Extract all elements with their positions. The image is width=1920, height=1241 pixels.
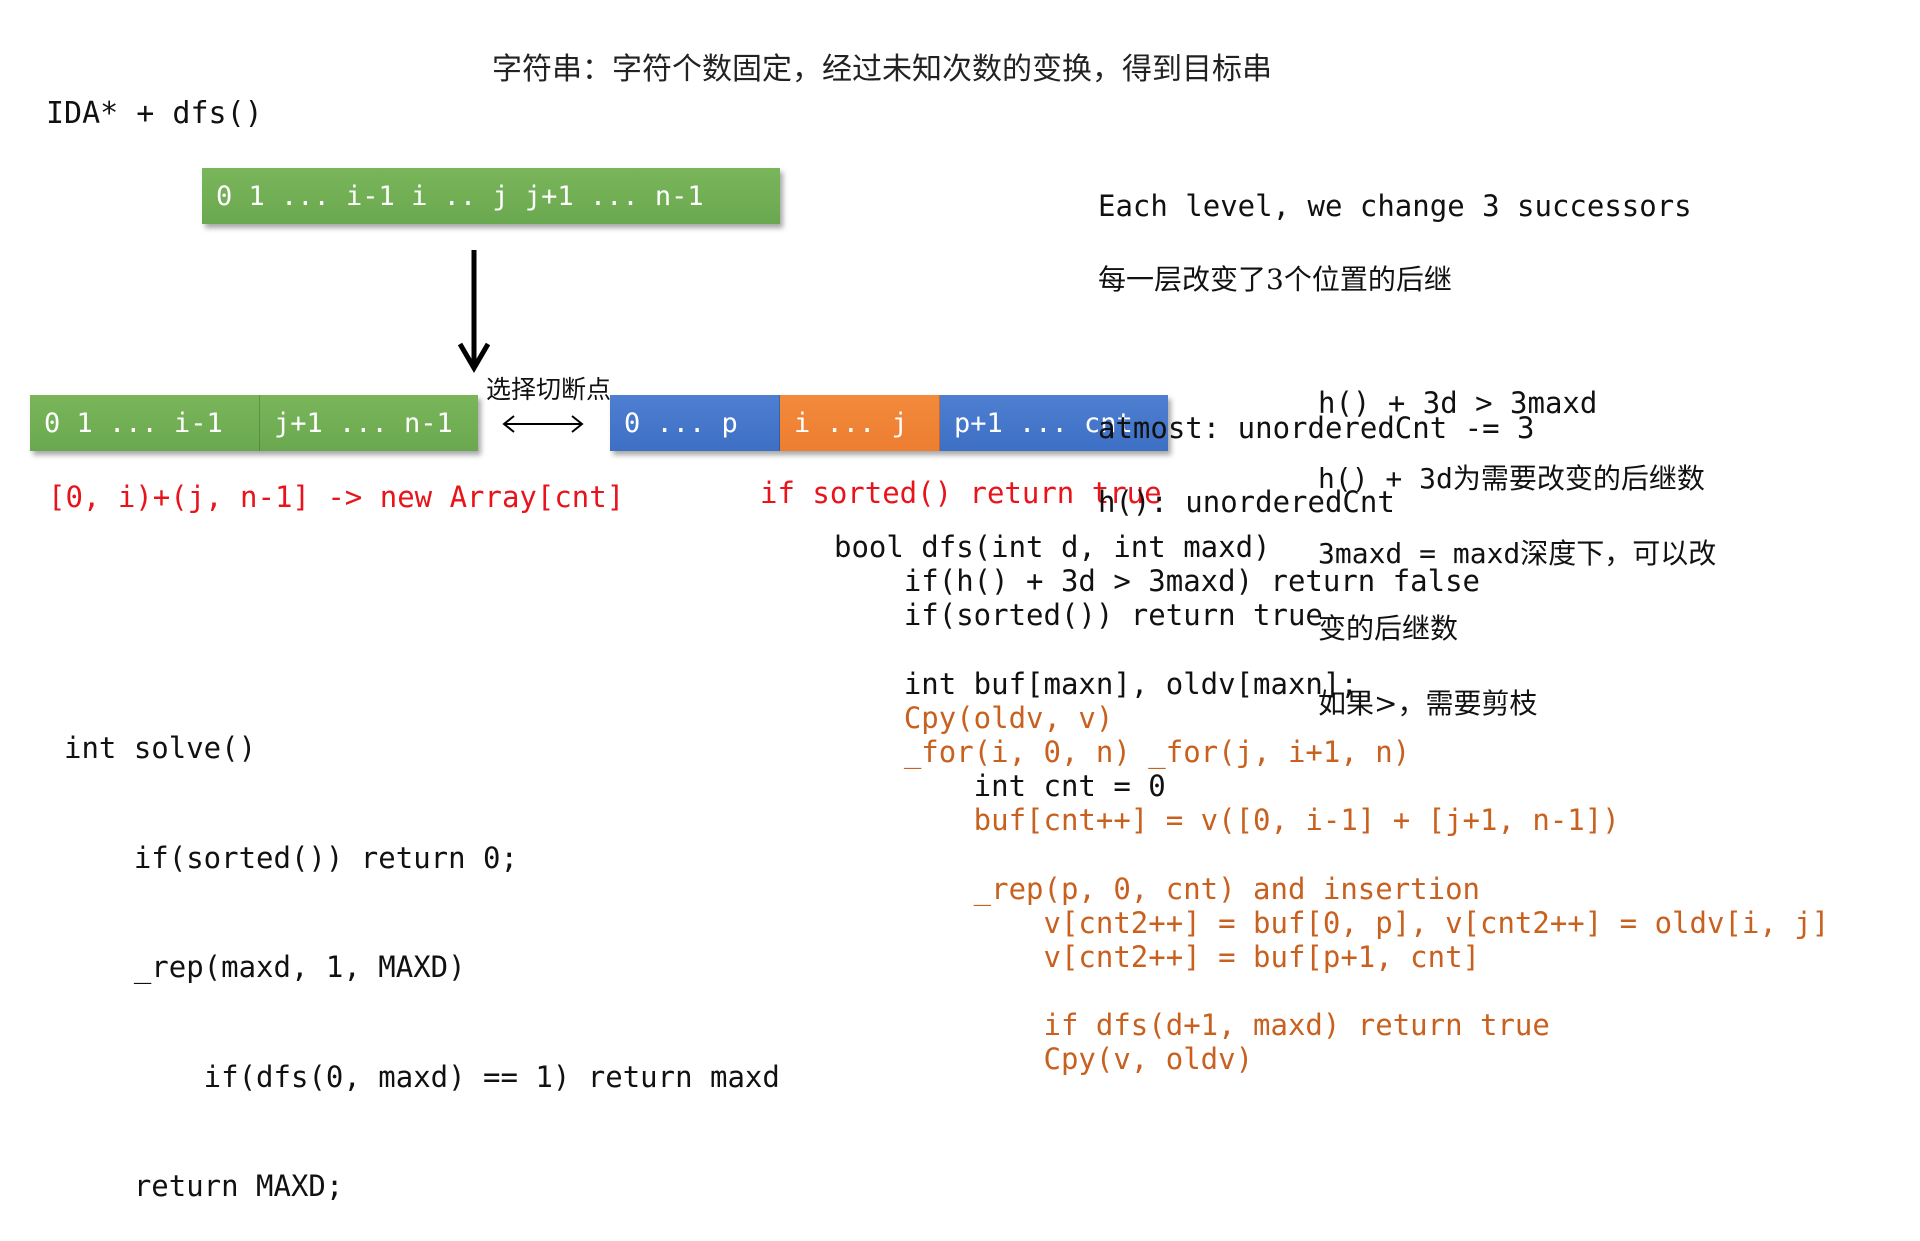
solve-code-block: int solve() if(sorted()) return 0; _rep(… <box>64 657 780 1241</box>
right-bar-segment-prefix: 0 ... p <box>610 395 780 451</box>
code-line: if(h() + 3d > 3maxd) return false <box>834 564 1481 599</box>
left-caption: [0, i)+(j, n-1] -> new Array[cnt] <box>48 480 625 514</box>
code-line: if dfs(d+1, maxd) return true <box>834 1008 1550 1043</box>
prune-line: h() + 3d > 3maxd <box>1318 386 1598 420</box>
code-line: v[cnt2++] = buf[0, p], v[cnt2++] = oldv[… <box>834 905 1830 940</box>
top-array-bar: 0 1 ... i-1 i .. j j+1 ... n-1 <box>202 168 780 224</box>
code-line: return MAXD; <box>64 1169 344 1203</box>
code-line: Cpy(oldv, v) <box>834 700 1114 735</box>
code-line: Cpy(v, oldv) <box>834 1042 1254 1077</box>
heading: IDA* + dfs() <box>46 96 263 131</box>
double-arrow-icon <box>502 415 584 433</box>
down-arrow-icon <box>457 250 491 373</box>
code-line: bool dfs(int d, int maxd) <box>834 530 1271 564</box>
code-line: if(dfs(0, maxd) == 1) return maxd <box>64 1059 780 1094</box>
note-line: 每一层改变了3个位置的后继 <box>1098 263 1452 296</box>
left-bar-segment: 0 1 ... i-1 <box>30 395 260 451</box>
dfs-code-block: bool dfs(int d, int maxd) if(h() + 3d > … <box>834 530 1829 1077</box>
code-line: buf[cnt++] = v([0, i-1] + [j+1, n-1]) <box>834 803 1620 838</box>
code-line: int solve() <box>64 731 257 765</box>
left-array-bar: 0 1 ... i-1 j+1 ... n-1 <box>30 395 478 451</box>
code-line: if(sorted()) return 0; <box>64 840 518 875</box>
code-line: int buf[maxn], oldv[maxn]; <box>834 666 1358 701</box>
code-line: int cnt = 0 <box>834 769 1166 804</box>
slide-title: 字符串：字符个数固定，经过未知次数的变换，得到目标串 <box>492 52 1272 87</box>
right-array-bar: 0 ... p i ... j p+1 ... cnt <box>610 395 1168 451</box>
prune-line: h() + 3d为需要改变的后继数 <box>1318 462 1705 495</box>
code-line: if(sorted()) return true <box>834 598 1323 633</box>
top-array-label: 0 1 ... i-1 i .. j j+1 ... n-1 <box>216 180 704 212</box>
code-line: _rep(maxd, 1, MAXD) <box>64 950 466 984</box>
note-line: Each level, we change 3 successors <box>1098 189 1692 223</box>
code-line: v[cnt2++] = buf[p+1, cnt] <box>834 940 1481 975</box>
code-line: _rep(p, 0, cnt) and insertion <box>834 871 1481 906</box>
left-bar-segment: j+1 ... n-1 <box>260 395 478 451</box>
cut-point-label: 选择切断点 <box>486 375 612 404</box>
code-line: _for(i, 0, n) _for(j, i+1, n) <box>834 735 1411 770</box>
right-bar-segment-inserted: i ... j <box>780 395 940 451</box>
